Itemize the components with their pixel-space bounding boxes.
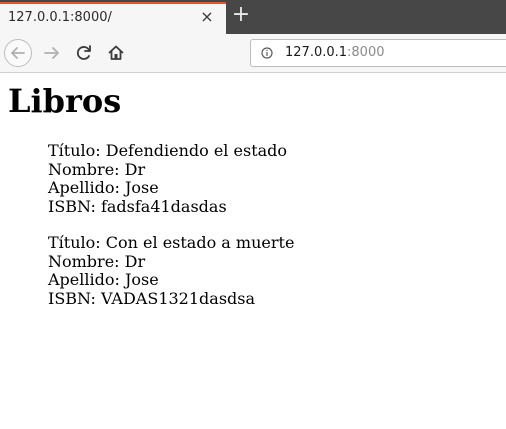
address-bar[interactable]: 127.0.0.1:8000 <box>250 39 506 67</box>
page-content: Libros Título: Defendiendo el estado Nom… <box>0 73 506 429</box>
book-entry: Título: Con el estado a muerte Nombre: D… <box>48 233 295 308</box>
book-entry: Título: Defendiendo el estado Nombre: Dr… <box>48 141 294 216</box>
book-last-name: Apellido: Jose <box>48 270 159 289</box>
reload-button[interactable] <box>70 39 98 67</box>
info-icon[interactable] <box>261 47 273 59</box>
book-list: Título: Defendiendo el estado Nombre: Dr… <box>48 141 295 326</box>
book-title: Título: Defendiendo el estado <box>48 141 288 160</box>
book-isbn: ISBN: VADAS1321dasdsa <box>48 288 256 308</box>
back-button[interactable] <box>4 39 32 67</box>
url-text[interactable]: 127.0.0.1:8000 <box>285 45 385 60</box>
forward-arrow-icon <box>44 47 59 59</box>
forward-button[interactable] <box>38 39 66 67</box>
tab-title: 127.0.0.1:8000/ <box>8 10 112 25</box>
book-last-name: Apellido: Jose <box>48 178 159 197</box>
home-icon <box>108 45 124 60</box>
close-icon[interactable]: × <box>198 8 216 26</box>
book-first-name: Nombre: Dr <box>48 251 146 271</box>
url-port: :8000 <box>347 45 385 60</box>
book-isbn: ISBN: fadsfa41dasdas <box>48 196 227 216</box>
navigation-toolbar: 127.0.0.1:8000 <box>0 34 506 73</box>
url-host: 127.0.0.1 <box>285 45 348 60</box>
home-button[interactable] <box>102 39 130 67</box>
book-first-name: Nombre: Dr <box>48 159 146 179</box>
page-title: Libros <box>8 82 122 120</box>
new-tab-icon[interactable]: + <box>230 4 252 26</box>
book-title: Título: Con el estado a muerte <box>48 233 295 252</box>
reload-icon <box>76 45 91 60</box>
browser-tab[interactable]: 127.0.0.1:8000/ × <box>0 2 226 34</box>
tab-bar: 127.0.0.1:8000/ × + <box>0 0 506 34</box>
back-arrow-icon <box>11 47 25 59</box>
